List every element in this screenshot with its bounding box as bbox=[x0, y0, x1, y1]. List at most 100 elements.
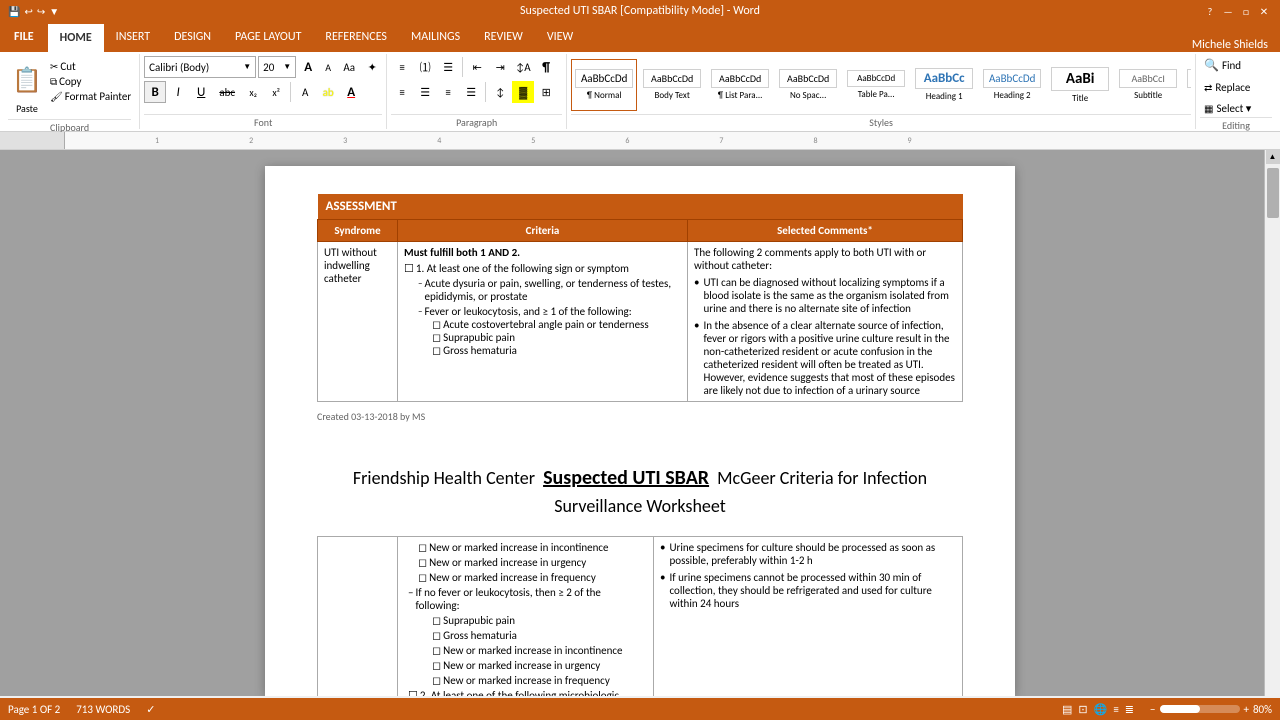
font-color-button[interactable]: A bbox=[340, 81, 362, 103]
status-bar: Page 1 OF 2 713 WORDS ✓ ▤ ⊡ 🌐 ≡ ≣ − + 80… bbox=[0, 698, 1280, 720]
format-painter-button[interactable]: 🖌 Format Painter bbox=[50, 90, 131, 103]
syndrome-cell-2 bbox=[318, 537, 398, 697]
col-syndrome: Syndrome bbox=[318, 220, 398, 242]
table-row: ◻New or marked increase in incontinence … bbox=[318, 537, 963, 697]
font-size-input[interactable]: 20▼ bbox=[258, 56, 296, 78]
page-spacer bbox=[317, 443, 963, 463]
borders-button[interactable]: ⊞ bbox=[535, 81, 557, 103]
zoom-out-button[interactable]: − bbox=[1150, 703, 1155, 716]
comments-cell-2: •Urine specimens for culture should be p… bbox=[654, 537, 963, 697]
strikethrough-button[interactable]: abc bbox=[213, 81, 241, 103]
ruler: 1 2 3 4 5 6 7 8 9 bbox=[0, 132, 1280, 150]
superscript-button[interactable]: x² bbox=[265, 81, 287, 103]
user-name: Michele Shields bbox=[1180, 38, 1280, 52]
highlight-button[interactable]: ab bbox=[317, 81, 339, 103]
document-area: ▲ ASSESSMENT Syndrome Criteria Selected … bbox=[0, 150, 1280, 696]
multilevel-list-button[interactable]: ☰ bbox=[437, 56, 459, 78]
created-text: Created 03-13-2018 by MS bbox=[317, 410, 963, 423]
tab-references[interactable]: REFERENCES bbox=[313, 22, 399, 52]
col-comments: Selected Comments* bbox=[688, 220, 963, 242]
style-body-text[interactable]: AaBbCcDd Body Text bbox=[639, 59, 705, 111]
tab-insert[interactable]: INSERT bbox=[104, 22, 162, 52]
text-effects-button[interactable]: A bbox=[294, 81, 316, 103]
editing-group: 🔍 Find ⇄ Replace ▦ Select ▾ Editing bbox=[1196, 54, 1276, 129]
tab-review[interactable]: REVIEW bbox=[472, 22, 535, 52]
tab-design[interactable]: DESIGN bbox=[162, 22, 223, 52]
style-normal[interactable]: AaBbCcDd ¶ Normal bbox=[571, 59, 637, 111]
underline-button[interactable]: U bbox=[190, 81, 212, 103]
col-criteria: Criteria bbox=[398, 220, 688, 242]
assessment-header: ASSESSMENT bbox=[318, 194, 963, 220]
find-button[interactable]: 🔍 Find bbox=[1200, 56, 1272, 75]
style-list-para[interactable]: AaBbCcDd ¶ List Para... bbox=[707, 59, 773, 111]
quick-access[interactable]: 💾 ↩ ↪ ▼ bbox=[8, 5, 59, 18]
assessment-table-2: ◻New or marked increase in incontinence … bbox=[317, 536, 963, 696]
draft-button[interactable]: ≣ bbox=[1125, 703, 1134, 716]
increase-indent-button[interactable]: ⇥ bbox=[489, 56, 511, 78]
tab-file[interactable]: FILE bbox=[0, 22, 48, 52]
clear-formatting-button[interactable]: ✦ bbox=[362, 56, 382, 78]
zoom-in-button[interactable]: + bbox=[1244, 703, 1249, 716]
page2-title: Friendship Health Center Suspected UTI S… bbox=[317, 463, 963, 520]
web-layout-button[interactable]: 🌐 bbox=[1094, 703, 1108, 716]
zoom-level[interactable]: 80% bbox=[1253, 703, 1272, 716]
zoom-controls: − + 80% bbox=[1150, 703, 1272, 716]
syndrome-cell: UTI without indwelling catheter bbox=[318, 242, 398, 402]
style-no-spac[interactable]: AaBbCcDd No Spac... bbox=[775, 59, 841, 111]
sort-button[interactable]: ↕A bbox=[512, 56, 534, 78]
proofing-icon[interactable]: ✓ bbox=[146, 703, 155, 716]
clipboard-group: 📋 Paste ✂ Cut ⧉ Copy 🖌 Format Painter bbox=[4, 54, 140, 129]
full-screen-button[interactable]: ⊡ bbox=[1078, 703, 1087, 716]
select-button[interactable]: ▦ Select ▾ bbox=[1200, 100, 1272, 117]
bullets-button[interactable]: ≡ bbox=[391, 56, 413, 78]
font-name-input[interactable]: Calibri (Body)▼ bbox=[144, 56, 256, 78]
style-subtitle[interactable]: AaBbCcI Subtitle bbox=[1115, 59, 1181, 111]
tab-mailings[interactable]: MAILINGS bbox=[399, 22, 472, 52]
justify-button[interactable]: ☰ bbox=[460, 81, 482, 103]
criteria-cell-2: ◻New or marked increase in incontinence … bbox=[398, 537, 654, 697]
cut-button[interactable]: ✂ Cut bbox=[50, 60, 131, 73]
show-hide-button[interactable]: ¶ bbox=[535, 56, 557, 78]
replace-button[interactable]: ⇄ Replace bbox=[1200, 79, 1272, 96]
numbering-button[interactable]: ⑴ bbox=[414, 56, 436, 78]
change-case-button[interactable]: Aa bbox=[338, 56, 360, 78]
styles-group: AaBbCcDd ¶ Normal AaBbCcDd Body Text AaB… bbox=[567, 54, 1196, 129]
style-table-pa[interactable]: AaBbCcDd Table Pa... bbox=[843, 59, 909, 111]
criteria-cell: Must fulfill both 1 AND 2. ☐ 1. At least… bbox=[398, 242, 688, 402]
comments-cell: The following 2 comments apply to both U… bbox=[688, 242, 963, 402]
subscript-button[interactable]: x₂ bbox=[242, 81, 264, 103]
title-bar: 💾 ↩ ↪ ▼ Suspected UTI SBAR [Compatibilit… bbox=[0, 0, 1280, 22]
shading-button[interactable]: ▓ bbox=[512, 81, 534, 103]
decrease-indent-button[interactable]: ⇤ bbox=[466, 56, 488, 78]
print-layout-button[interactable]: ▤ bbox=[1062, 703, 1072, 716]
font-grow-button[interactable]: A bbox=[298, 56, 318, 78]
style-title[interactable]: AaBi Title bbox=[1047, 59, 1113, 111]
minimize-button[interactable]: — bbox=[1220, 3, 1236, 19]
restore-button[interactable]: □ bbox=[1238, 3, 1254, 19]
font-shrink-button[interactable]: A bbox=[320, 56, 336, 78]
table-row: UTI without indwelling catheter Must ful… bbox=[318, 242, 963, 402]
tab-home[interactable]: HOME bbox=[48, 22, 104, 52]
align-left-button[interactable]: ≡ bbox=[391, 81, 413, 103]
tab-view[interactable]: VIEW bbox=[535, 22, 585, 52]
assessment-table: ASSESSMENT Syndrome Criteria Selected Co… bbox=[317, 194, 963, 402]
style-heading2[interactable]: AaBbCcDd Heading 2 bbox=[979, 59, 1045, 111]
vertical-scrollbar[interactable]: ▲ bbox=[1264, 150, 1280, 696]
bold-button[interactable]: B bbox=[144, 81, 166, 103]
help-button[interactable]: ? bbox=[1202, 3, 1218, 19]
outline-button[interactable]: ≡ bbox=[1113, 703, 1118, 716]
word-count: 713 WORDS bbox=[76, 703, 130, 716]
close-button[interactable]: ✕ bbox=[1256, 3, 1272, 19]
font-group: Calibri (Body)▼ 20▼ A A Aa ✦ B I U abc x… bbox=[140, 54, 387, 129]
tab-page-layout[interactable]: PAGE LAYOUT bbox=[223, 22, 313, 52]
paste-button[interactable]: 📋 Paste bbox=[8, 56, 46, 117]
align-center-button[interactable]: ☰ bbox=[414, 81, 436, 103]
style-heading1[interactable]: AaBbCc Heading 1 bbox=[911, 59, 977, 111]
line-spacing-button[interactable]: ↕ bbox=[489, 81, 511, 103]
view-controls: ▤ ⊡ 🌐 ≡ ≣ bbox=[1062, 703, 1134, 716]
align-right-button[interactable]: ≡ bbox=[437, 81, 459, 103]
italic-button[interactable]: I bbox=[167, 81, 189, 103]
style-subtle-em[interactable]: AaBbCcI Subtle Em... bbox=[1183, 59, 1191, 111]
window-title: Suspected UTI SBAR [Compatibility Mode] … bbox=[520, 4, 760, 18]
copy-button[interactable]: ⧉ Copy bbox=[50, 75, 131, 88]
